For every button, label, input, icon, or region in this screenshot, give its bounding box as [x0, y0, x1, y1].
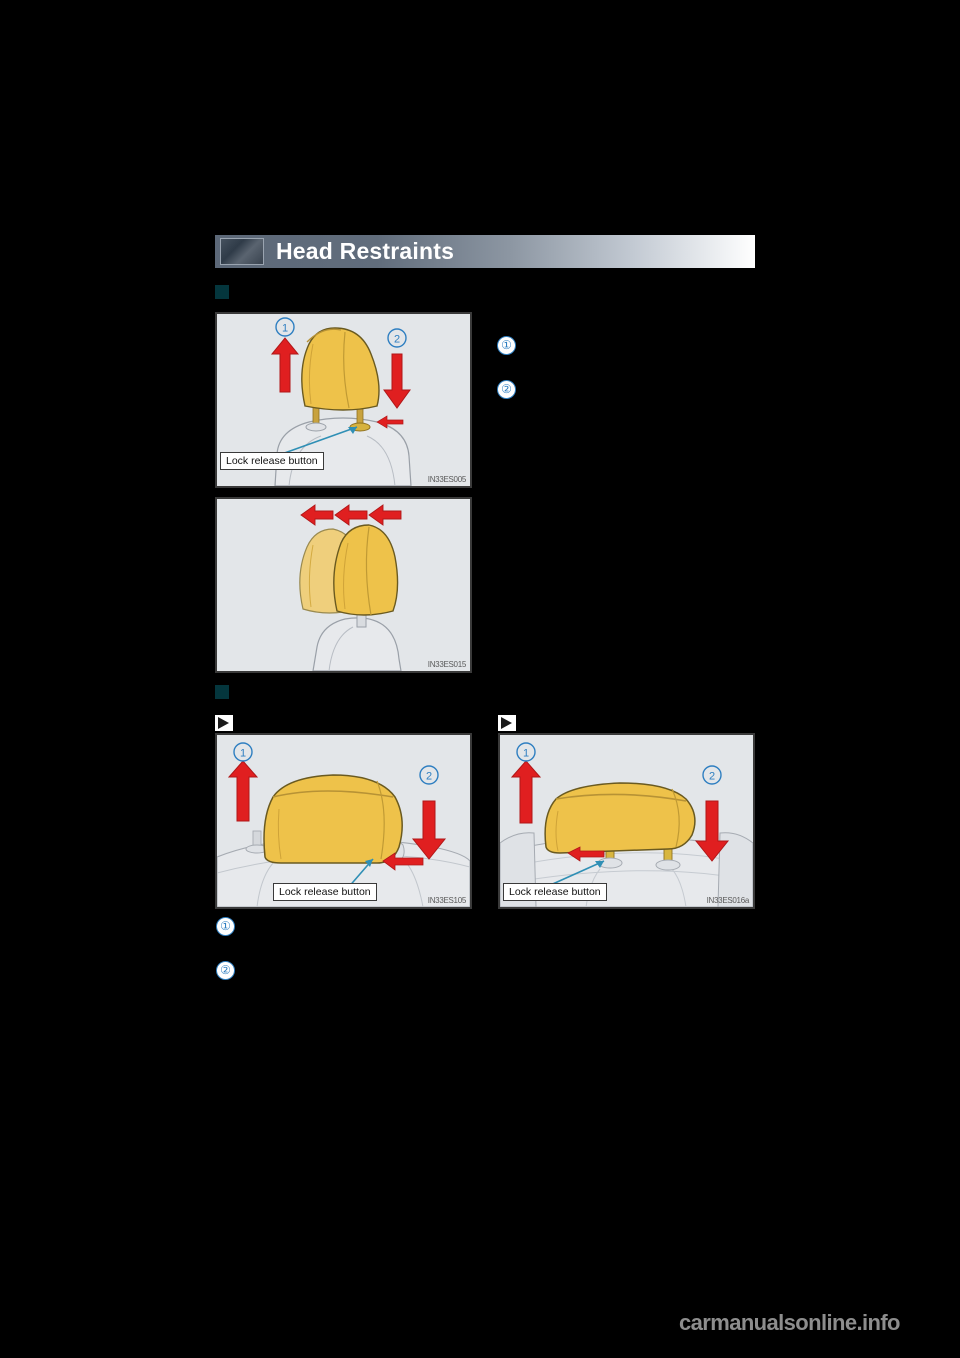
square-bullet-icon-section-2	[215, 685, 229, 699]
svg-text:1: 1	[523, 748, 529, 760]
site-watermark: carmanualsonline.info	[679, 1310, 901, 1335]
illustration-code: IN33ES105	[427, 896, 467, 905]
callout-marker-1: ①	[497, 336, 516, 355]
triangle-marker-icon-right	[498, 715, 516, 731]
illustration-code: IN33ES015	[427, 660, 467, 669]
svg-text:2: 2	[394, 334, 400, 346]
page-title: Head Restraints	[276, 238, 455, 264]
lock-release-button-callout: Lock release button	[220, 452, 324, 470]
triangle-marker-icon-left	[215, 715, 233, 731]
rear-center-headrest-diagram: 1 2	[500, 742, 753, 907]
callout-marker-1: ①	[216, 917, 235, 936]
callout-marker-2: ②	[497, 380, 516, 399]
illustration-rear-outboard-head-restraint: 1 2 Lock release button IN33ES105	[215, 733, 472, 909]
seat-thumbnail-icon	[220, 238, 264, 265]
square-bullet-icon-section-1	[215, 285, 229, 299]
lock-release-button-callout: Lock release button	[503, 883, 607, 901]
front-seat-headrest-tilt-diagram	[299, 504, 402, 671]
rear-outboard-headrest-diagram: 1 2	[217, 742, 470, 907]
illustration-code: IN33ES016a	[706, 896, 750, 905]
illustration-rear-center-head-restraint: 1 2 Lock release button IN33ES016a	[498, 733, 755, 909]
svg-text:2: 2	[426, 771, 432, 783]
svg-text:2: 2	[709, 771, 715, 783]
illustration-front-seat-head-restraint-height: 1 2 Lock release button IN33ES005	[215, 312, 472, 488]
illustration-front-seat-head-restraint-tilt: IN33ES015	[215, 497, 472, 673]
illustration-code: IN33ES005	[427, 475, 467, 484]
manual-page: Head Restraints 1 2 Lock release button …	[0, 0, 960, 1358]
svg-text:1: 1	[240, 748, 246, 760]
page-section-header: Head Restraints	[215, 235, 755, 268]
lock-release-button-callout: Lock release button	[273, 883, 377, 901]
callout-marker-2: ②	[216, 961, 235, 980]
svg-text:1: 1	[282, 323, 288, 335]
